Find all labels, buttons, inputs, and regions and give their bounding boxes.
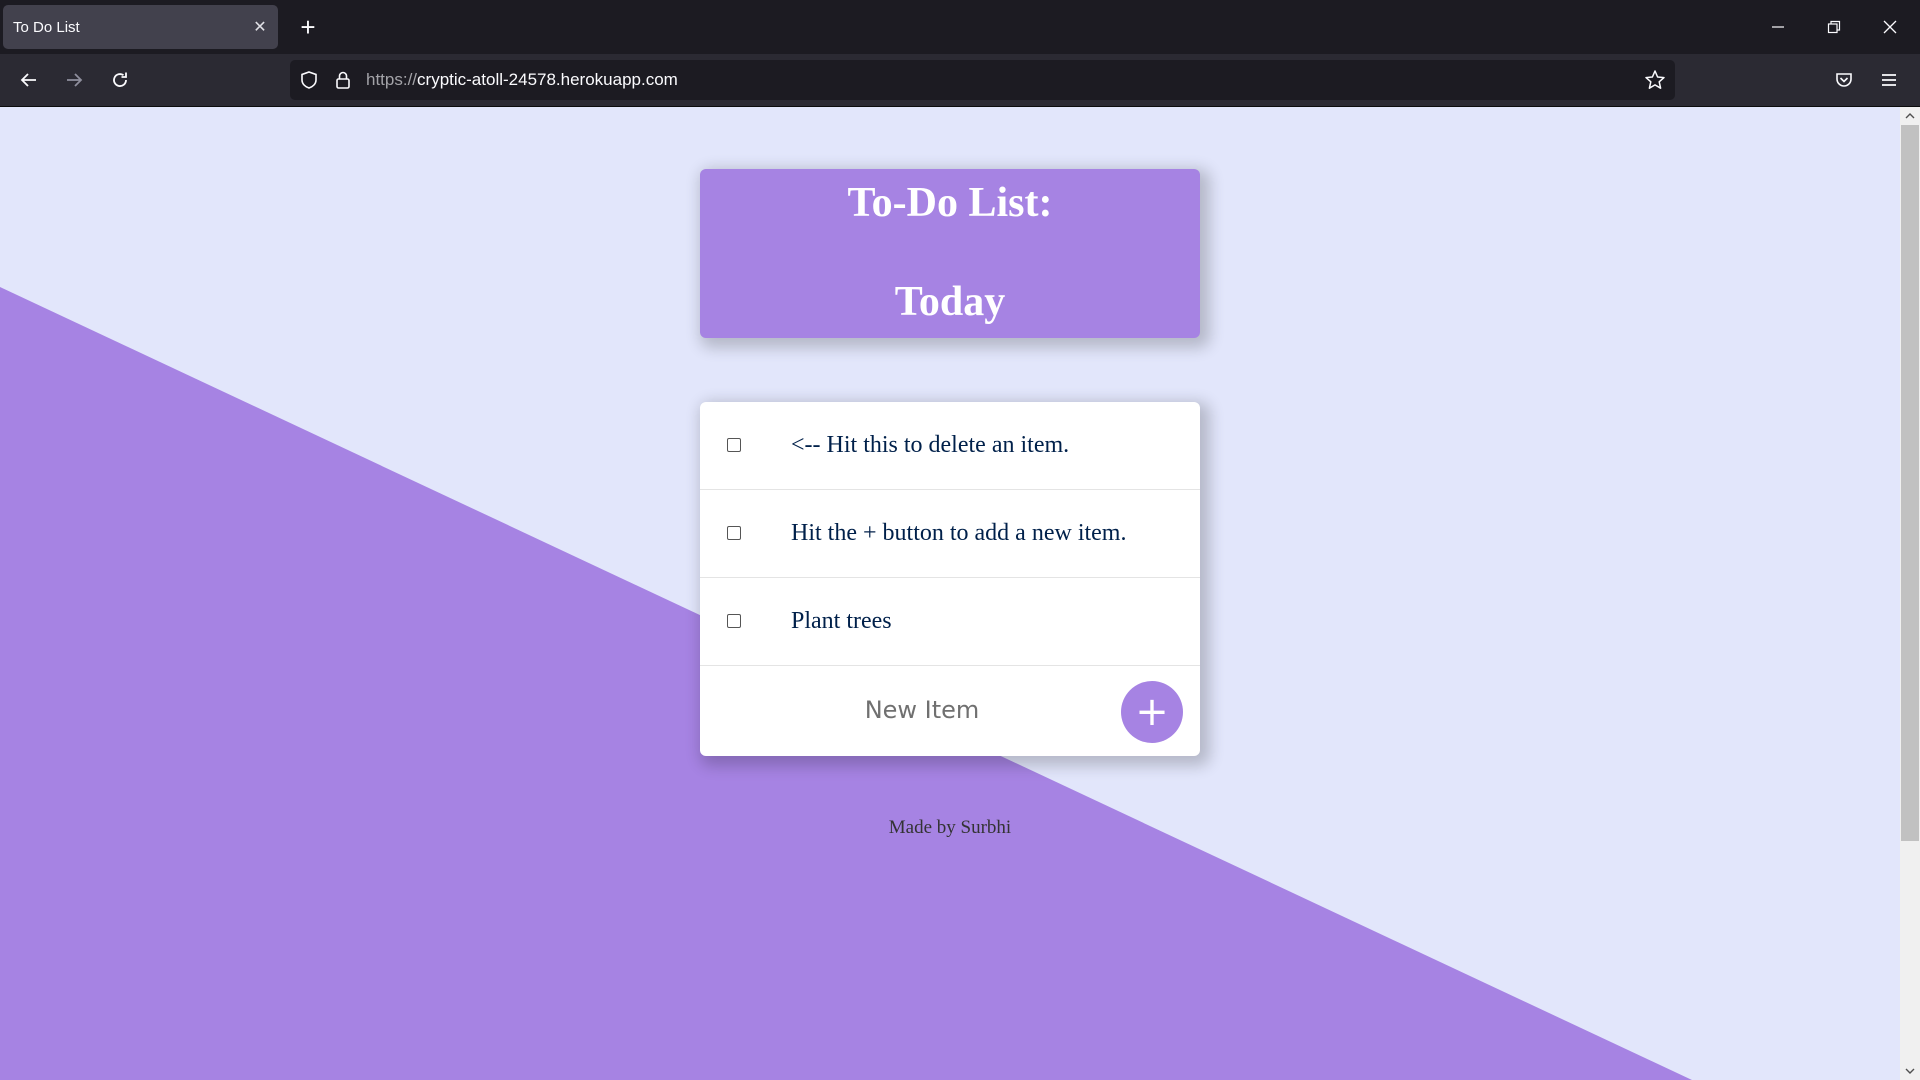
close-window-button[interactable] <box>1862 0 1918 54</box>
item-checkbox[interactable] <box>727 614 741 628</box>
item-text: Plant trees <box>791 608 892 634</box>
new-item-form: + <box>700 666 1200 754</box>
scroll-up-icon[interactable] <box>1900 107 1920 125</box>
bookmark-star-icon[interactable] <box>1643 68 1667 92</box>
new-tab-button[interactable]: + <box>290 9 326 45</box>
close-icon <box>1883 20 1897 34</box>
item-text: Hit the + button to add a new item. <box>791 520 1127 546</box>
reload-icon <box>113 72 127 87</box>
heading-box: To-Do List: Today <box>700 169 1200 338</box>
minimize-button[interactable] <box>1750 0 1806 54</box>
restore-button[interactable] <box>1806 0 1862 54</box>
page-title: To-Do List: <box>847 180 1053 226</box>
forward-arrow-icon <box>67 73 83 87</box>
reload-button[interactable] <box>102 62 138 98</box>
item-checkbox[interactable] <box>727 526 741 540</box>
tab-close-icon[interactable]: ✕ <box>242 17 278 37</box>
todo-list-box: <-- Hit this to delete an item. Hit the … <box>700 402 1200 756</box>
address-bar[interactable]: https://cryptic-atoll-24578.herokuapp.co… <box>290 60 1675 100</box>
list-item: Plant trees <box>700 578 1200 666</box>
url-text[interactable]: https://cryptic-atoll-24578.herokuapp.co… <box>366 60 678 100</box>
url-scheme: https:// <box>366 70 418 89</box>
hamburger-menu-icon <box>1882 74 1896 86</box>
forward-button[interactable] <box>56 62 92 98</box>
minimize-icon <box>1772 26 1784 28</box>
tab-title: To Do List <box>13 18 80 36</box>
vertical-scrollbar[interactable] <box>1900 107 1920 1080</box>
restore-icon <box>1827 20 1841 34</box>
tab-bar: To Do List ✕ + <box>0 0 1920 54</box>
page-subtitle-day: Today <box>894 279 1006 325</box>
footer-credit: Made by Surbhi <box>888 817 1012 838</box>
scrollbar-thumb[interactable] <box>1901 125 1919 841</box>
page-viewport: To-Do List: Today <-- Hit this to delete… <box>0 107 1900 1080</box>
new-item-input[interactable] <box>800 684 1044 736</box>
lock-icon[interactable] <box>331 68 355 92</box>
scroll-down-icon[interactable] <box>1900 1062 1920 1080</box>
navigation-toolbar: https://cryptic-atoll-24578.herokuapp.co… <box>0 54 1920 107</box>
browser-tab[interactable]: To Do List ✕ <box>3 5 278 49</box>
back-button[interactable] <box>11 62 47 98</box>
item-checkbox[interactable] <box>727 438 741 452</box>
pocket-icon <box>1836 73 1852 87</box>
shield-icon[interactable] <box>297 68 321 92</box>
url-host: cryptic-atoll-24578.herokuapp.com <box>417 70 678 89</box>
back-arrow-icon <box>20 73 36 87</box>
add-item-button[interactable]: + <box>1121 681 1183 743</box>
menu-button[interactable] <box>1871 62 1907 98</box>
list-item: <-- Hit this to delete an item. <box>700 402 1200 490</box>
list-item: Hit the + button to add a new item. <box>700 490 1200 578</box>
item-text: <-- Hit this to delete an item. <box>791 432 1070 458</box>
pocket-button[interactable] <box>1826 62 1862 98</box>
